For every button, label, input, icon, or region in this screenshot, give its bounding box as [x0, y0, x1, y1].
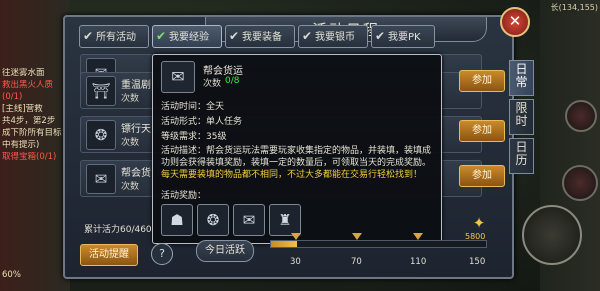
left-hud: 往迷雾水面救出黑火人质 (0/1) [主线]营救共4步，第2步 成下阶所有目标 中有提示…: [0, 0, 70, 291]
quest-line: [主线]营救: [2, 104, 43, 114]
quest-line: 取得宝箱(0/1): [2, 152, 57, 162]
check-icon: ✔: [82, 29, 94, 43]
coordinate-text: 长(134,155): [550, 3, 598, 12]
fire-helmet-icon[interactable]: ☗: [161, 204, 193, 236]
chest-marker-70[interactable]: [352, 233, 362, 240]
attack-joystick[interactable]: [522, 205, 582, 265]
progress-fill: [271, 241, 297, 247]
activity-time: 活动时间：全天: [161, 102, 225, 112]
activity-detail-tooltip: ✉ 帮会货运 次数 0/8 活动时间：全天 活动形式：单人任务 等级需求：35级…: [152, 54, 442, 244]
side-tab-daily[interactable]: 日常: [509, 60, 534, 96]
skill-icon[interactable]: [562, 165, 598, 201]
altar-icon: ⛩: [86, 76, 116, 106]
tick-label: 110: [410, 257, 427, 267]
tab-all-activities[interactable]: ✔ 所有活动: [79, 25, 149, 48]
tab-silver[interactable]: ✔ 我要银币: [298, 25, 368, 48]
quest-line: 成下阶所有目标: [2, 128, 62, 138]
vitality-label: 累计活力60/460: [84, 225, 152, 235]
silver-ingot-icon[interactable]: ❂: [197, 204, 229, 236]
tab-pk[interactable]: ✔ 我要PK: [371, 25, 435, 48]
activity-form: 活动形式：单人任务: [161, 117, 243, 127]
scroll-icon[interactable]: ✉: [233, 204, 265, 236]
activity-description: 活动描述：帮会货运玩法需要玩家收集指定的物品，并装填，装填成功则会获得装填奖励，…: [161, 146, 432, 180]
check-icon: ✔: [301, 29, 313, 43]
join-button[interactable]: 参加: [459, 120, 505, 142]
game-scene: 往迷雾水面救出黑火人质 (0/1) [主线]营救共4步，第2步 成下阶所有目标 中有提示…: [0, 0, 600, 291]
quest-line: (0/1): [2, 92, 23, 102]
quest-line: 救出黑火人质: [2, 80, 54, 90]
quest-line: 往迷雾水面: [2, 68, 45, 78]
tick-label: 70: [351, 257, 362, 267]
side-tab-calendar[interactable]: 日历: [509, 138, 534, 174]
gold-reward-value: 5800: [465, 232, 486, 241]
check-icon: ✔: [228, 29, 240, 43]
tick-label: 30: [290, 257, 301, 267]
reward-label: 活动奖励：: [161, 191, 207, 201]
silver-icon: ❂: [86, 120, 116, 150]
tick-label: 150: [469, 257, 486, 267]
vitality-progress-bar: [270, 240, 487, 248]
count-value: 0/8: [225, 76, 240, 86]
tab-equipment[interactable]: ✔ 我要装备: [225, 25, 295, 48]
battery-text: 60%: [2, 270, 21, 280]
quest-line: 共4步，第2步: [2, 116, 56, 126]
side-tab-limited[interactable]: 限时: [509, 99, 534, 135]
chest-marker-30[interactable]: [291, 233, 301, 240]
skill-icon[interactable]: [565, 100, 597, 132]
activity-reminder-button[interactable]: 活动提醒: [80, 244, 138, 266]
scroll-icon: ✉: [161, 61, 195, 93]
activity-name: 帮会货运: [203, 66, 243, 77]
tab-experience[interactable]: ✔ 我要经验: [152, 25, 222, 48]
chest-marker-110[interactable]: [413, 233, 423, 240]
armor-icon[interactable]: ♜: [269, 204, 301, 236]
help-button[interactable]: ?: [151, 243, 173, 265]
join-button[interactable]: 参加: [459, 70, 505, 92]
level-requirement: 等级需求：35级: [161, 132, 227, 142]
daily-activity-button[interactable]: 今日活跃: [196, 240, 254, 262]
quest-line: 中有提示): [2, 140, 40, 150]
check-icon: ✔: [155, 29, 167, 43]
check-icon: ✔: [374, 29, 386, 43]
scroll-icon: ✉: [86, 164, 116, 194]
join-button[interactable]: 参加: [459, 165, 505, 187]
count-label: 次数: [203, 79, 222, 89]
close-button[interactable]: ✕: [500, 7, 530, 37]
